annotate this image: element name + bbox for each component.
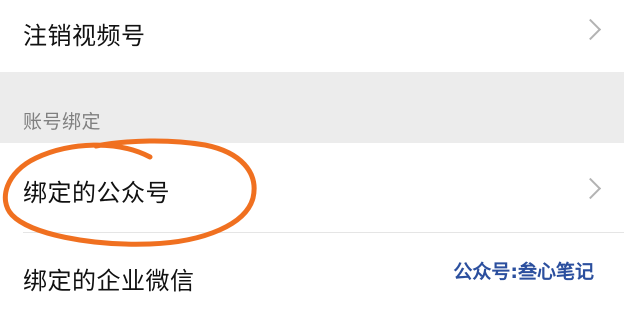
chevron-right-icon <box>579 177 602 200</box>
bound-official-account-row[interactable]: 绑定的公众号 <box>0 143 624 233</box>
cancel-channel-label: 注销视频号 <box>23 22 146 50</box>
bound-wecom-label: 绑定的企业微信 <box>23 267 195 295</box>
section-title-account-binding: 账号绑定 <box>23 111 102 133</box>
watermark-text: 公众号:叁心笔记 <box>453 261 594 283</box>
cancel-channel-row[interactable]: 注销视频号 <box>0 0 624 72</box>
settings-screen: 注销视频号 账号绑定 绑定的公众号 绑定的企业微信 公众号:叁心笔记 <box>0 0 624 312</box>
bound-official-account-label: 绑定的公众号 <box>23 179 170 207</box>
chevron-right-icon <box>579 18 602 41</box>
section-header: 账号绑定 <box>0 72 624 143</box>
